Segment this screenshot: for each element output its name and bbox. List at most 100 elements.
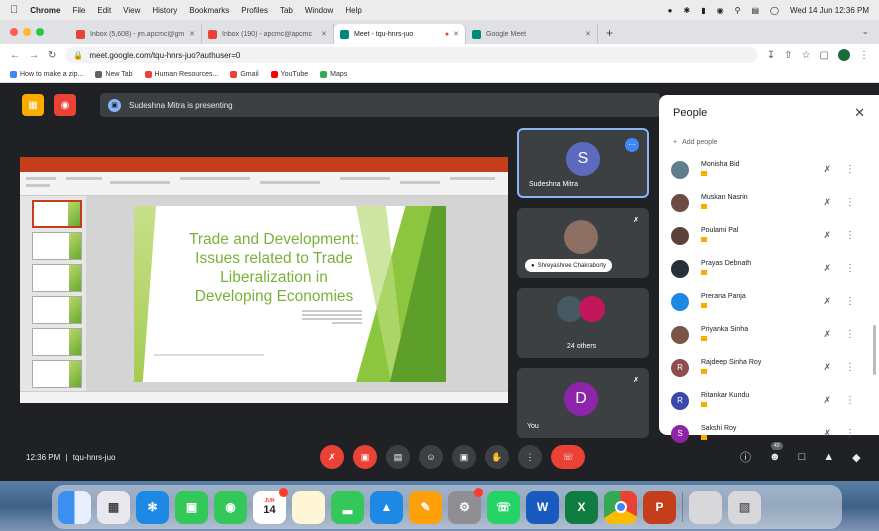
numbers-icon[interactable]: ▂	[331, 490, 364, 524]
chat-icon[interactable]: □	[799, 451, 806, 463]
more-options-icon[interactable]: ⋮	[845, 263, 855, 274]
mic-off-icon[interactable]: ✗	[823, 329, 831, 340]
host-controls-icon[interactable]: ◆	[852, 451, 860, 464]
record-icon[interactable]: ◉	[54, 94, 76, 116]
excel-icon[interactable]: X	[565, 490, 598, 524]
keynote-icon[interactable]: ▲	[370, 490, 403, 524]
menu-view[interactable]: View	[123, 6, 140, 15]
finder-icon[interactable]	[58, 490, 91, 524]
menu-tab[interactable]: Tab	[280, 6, 293, 15]
chrome-menu-icon[interactable]: ⋮	[859, 50, 869, 61]
menu-history[interactable]: History	[152, 6, 177, 15]
mic-toggle-button[interactable]: ✗	[320, 445, 344, 469]
siri-icon[interactable]: ◯	[770, 6, 779, 15]
profile-avatar[interactable]	[838, 49, 850, 61]
participant-tile-shreyashree[interactable]: ✗ ● Shreyashree Chakraborty	[517, 208, 649, 278]
end-call-button[interactable]: ☏	[551, 445, 585, 469]
raise-hand-button[interactable]: ✋	[485, 445, 509, 469]
search-icon[interactable]: ⚲	[735, 6, 741, 15]
tab-gmail-2[interactable]: Inbox (190) - apcmc@apcmc ✕	[202, 24, 334, 44]
menu-bookmarks[interactable]: Bookmarks	[189, 6, 229, 15]
list-item[interactable]: R Ritankar Kundu ✗ ⋮	[669, 384, 869, 417]
whatsapp-icon[interactable]: ☏	[487, 490, 520, 524]
mic-off-icon[interactable]: ✗	[823, 263, 831, 274]
trash-icon[interactable]: ▧	[728, 490, 761, 524]
apple-icon[interactable]: 	[10, 4, 18, 16]
facetime-icon[interactable]: ▣	[175, 490, 208, 524]
bookmark-new-tab[interactable]: New Tab	[95, 70, 133, 78]
slide-thumbnail[interactable]	[32, 360, 82, 388]
list-item[interactable]: R Rajdeep Sinha Roy ✗ ⋮	[669, 351, 869, 384]
bookmark-maps[interactable]: Maps	[320, 70, 347, 78]
back-icon[interactable]: ←	[10, 50, 20, 61]
list-item[interactable]: Muskan Nasrin ✗ ⋮	[669, 186, 869, 219]
word-icon[interactable]: W	[526, 490, 559, 524]
battery-icon[interactable]: ▮	[701, 6, 705, 15]
tab-meet-active[interactable]: Meet - tqu-hnrs-juo ● ✕	[334, 24, 466, 44]
bookmark-youtube[interactable]: YouTube	[270, 70, 308, 78]
pages-icon[interactable]: ✎	[409, 490, 442, 524]
slide-thumbnail[interactable]	[32, 328, 82, 356]
bluetooth-icon[interactable]: ✱	[684, 6, 691, 15]
more-options-icon[interactable]: ⋮	[845, 164, 855, 175]
list-item[interactable]: Monisha Bid ✗ ⋮	[669, 153, 869, 186]
slide-thumbnail[interactable]	[32, 232, 82, 260]
camera-toggle-button[interactable]: ▣	[353, 445, 377, 469]
tab-search-icon[interactable]: ⌄	[861, 26, 869, 37]
emoji-reactions-button[interactable]: ☺	[419, 445, 443, 469]
system-settings-icon[interactable]: ⚙	[448, 487, 483, 524]
wifi-icon[interactable]: ◉	[717, 6, 724, 15]
share-icon[interactable]: ⇧	[784, 50, 792, 61]
slide-thumbnail[interactable]	[32, 296, 82, 324]
participant-tile-others[interactable]: 24 others	[517, 288, 649, 358]
add-people-button[interactable]: + Add people	[673, 139, 718, 146]
messages-icon[interactable]: ◉	[214, 490, 247, 524]
panel-scrollbar[interactable]	[873, 325, 876, 375]
more-options-icon[interactable]: ⋮	[845, 395, 855, 406]
powerpoint-icon[interactable]: P	[643, 490, 676, 524]
download-icon[interactable]: ↧	[767, 50, 775, 61]
lock-icon[interactable]: 🔒	[73, 51, 83, 60]
slide-thumbnail[interactable]	[32, 264, 82, 292]
list-item[interactable]: Priyanka Sinha ✗ ⋮	[669, 318, 869, 351]
more-options-icon[interactable]: ⋮	[845, 296, 855, 307]
menu-help[interactable]: Help	[345, 6, 361, 15]
close-tab-icon[interactable]: ✕	[189, 30, 195, 38]
more-options-icon[interactable]: ⋮	[845, 362, 855, 373]
notes-icon[interactable]	[292, 490, 325, 524]
address-bar[interactable]: 🔒 meet.google.com/tqu-hnrs-juo?authuser=…	[65, 47, 758, 63]
menu-edit[interactable]: Edit	[97, 6, 111, 15]
more-options-icon[interactable]: ⋮	[845, 230, 855, 241]
more-options-icon[interactable]: ⋮	[845, 329, 855, 340]
mic-off-icon[interactable]: ✗	[823, 197, 831, 208]
list-item[interactable]: Prerana Panja ✗ ⋮	[669, 285, 869, 318]
bookmark-gmail[interactable]: Gmail	[230, 70, 259, 78]
launchpad-icon[interactable]: ▦	[97, 490, 130, 524]
chrome-icon[interactable]	[604, 490, 637, 524]
sidebar-icon[interactable]: ▢	[820, 50, 829, 61]
bookmark-human-resources[interactable]: Human Resources...	[144, 70, 218, 78]
tab-gmail-1[interactable]: Inbox (5,608) - jm.apcmc@gm ✕	[70, 24, 202, 44]
participant-tile-you[interactable]: D ✗ You	[517, 368, 649, 438]
new-tab-button[interactable]: +	[606, 26, 613, 40]
zoom-window-button[interactable]	[36, 28, 44, 36]
present-screen-button[interactable]: ▣	[452, 445, 476, 469]
more-options-button[interactable]: ⋮	[518, 445, 542, 469]
more-options-icon[interactable]: ⋮	[845, 197, 855, 208]
tab-google-meet[interactable]: Google Meet ✕	[466, 24, 598, 44]
minimized-window-icon[interactable]	[689, 490, 722, 524]
close-icon[interactable]: ✕	[854, 105, 865, 121]
bookmark-zip[interactable]: How to make a zip...	[10, 70, 83, 78]
list-item[interactable]: Prayas Debnath ✗ ⋮	[669, 252, 869, 285]
reload-icon[interactable]: ↻	[48, 50, 56, 61]
control-center-icon[interactable]: ▤	[751, 6, 759, 15]
menu-window[interactable]: Window	[305, 6, 333, 15]
captions-button[interactable]: ▤	[386, 445, 410, 469]
mic-off-icon[interactable]: ✗	[823, 164, 831, 175]
menu-file[interactable]: File	[72, 6, 85, 15]
activities-icon[interactable]: ▲	[823, 451, 834, 463]
forward-icon[interactable]: →	[29, 50, 39, 61]
mic-off-icon[interactable]: ✗	[823, 230, 831, 241]
close-tab-icon[interactable]: ✕	[321, 30, 327, 38]
list-item[interactable]: Poulami Pal ✗ ⋮	[669, 219, 869, 252]
